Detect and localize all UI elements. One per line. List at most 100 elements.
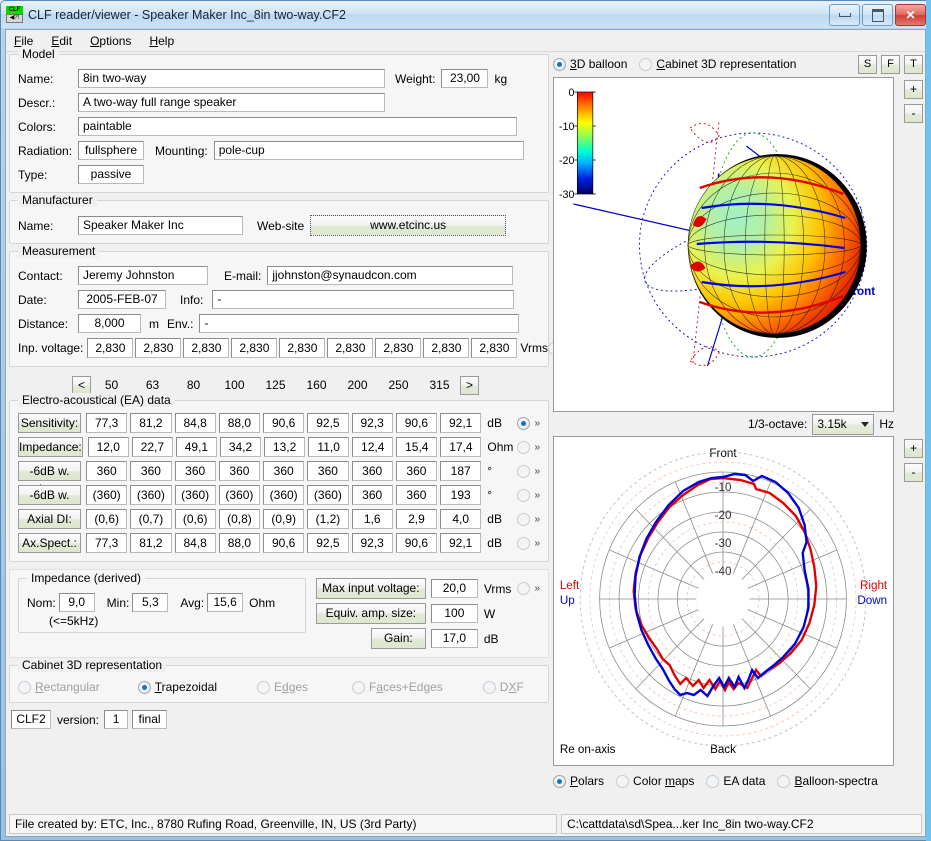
ea-cell[interactable]: 92,1 <box>440 413 482 433</box>
model-radiation-field[interactable]: fullsphere <box>78 141 144 160</box>
band-label[interactable]: 250 <box>378 378 419 392</box>
ea-cell[interactable]: (0,7) <box>130 509 172 529</box>
viewer-mode-radio[interactable] <box>553 57 566 71</box>
model-weight-field[interactable]: 23,00 <box>441 69 489 88</box>
distance-field[interactable]: 8,000 <box>78 314 141 333</box>
inp-voltage-field[interactable]: 2,830 <box>279 338 326 358</box>
imp-nom-field[interactable]: 9,0 <box>58 593 95 612</box>
ea-cell[interactable]: (360) <box>130 485 172 505</box>
ea-cell[interactable]: 2,9 <box>395 509 438 529</box>
inp-voltage-field[interactable]: 2,830 <box>375 338 422 358</box>
ea-cell[interactable]: 360 <box>307 461 349 481</box>
ea-cell[interactable]: 34,2 <box>219 437 262 457</box>
polar-zoom-out-button[interactable]: - <box>904 463 923 482</box>
ea-cell[interactable]: 22,7 <box>131 437 173 457</box>
imp-min-field[interactable]: 5,3 <box>132 593 169 612</box>
cabinet-3d-option[interactable]: Trapezoidal <box>137 680 217 694</box>
ea-row-expand-icon[interactable]: » <box>534 538 540 549</box>
ea-row-radio[interactable] <box>517 536 531 550</box>
info-field[interactable]: - <box>212 290 515 309</box>
max-input-voltage-button[interactable]: Max input voltage: <box>315 578 426 599</box>
ea-row-button[interactable]: -6dB w. hor: <box>18 461 82 496</box>
manufacturer-name-field[interactable]: Speaker Maker Inc <box>78 216 243 235</box>
cabinet-3d-radio[interactable] <box>482 680 496 694</box>
ea-cell[interactable]: 77,3 <box>86 413 128 433</box>
balloon-plot[interactable]: 0 -10 -20 -30 Front <box>553 77 894 412</box>
band-label[interactable]: 315 <box>419 378 460 392</box>
inp-voltage-field[interactable]: 2,830 <box>231 338 278 358</box>
ea-row-radio[interactable] <box>517 488 531 502</box>
website-button[interactable]: www.etcinc.us <box>310 215 507 236</box>
ea-row-expand-icon[interactable]: » <box>534 418 540 429</box>
imp-avg-field[interactable]: 15,6 <box>207 593 244 612</box>
ea-cell[interactable]: 92,3 <box>351 533 393 553</box>
ea-cell[interactable]: (360) <box>307 485 349 505</box>
menu-file[interactable]: File <box>14 34 33 48</box>
ea-cell[interactable]: 90,6 <box>263 533 305 553</box>
display-mode-option[interactable]: EA data <box>706 774 765 788</box>
max-input-voltage-radio[interactable] <box>517 582 531 595</box>
ea-cell[interactable]: 92,5 <box>307 533 349 553</box>
ea-cell[interactable]: 360 <box>395 461 438 481</box>
ea-cell[interactable]: 360 <box>263 461 305 481</box>
model-mounting-field[interactable]: pole-cup <box>213 141 524 160</box>
cabinet-3d-radio[interactable] <box>137 680 151 694</box>
polar-plot[interactable]: Front Back Left Up Right Down Re on-axis <box>553 436 894 766</box>
ea-cell[interactable]: 81,2 <box>130 413 172 433</box>
display-mode-radio[interactable] <box>616 774 630 788</box>
maximize-button[interactable] <box>862 4 893 26</box>
ea-cell[interactable]: 4,0 <box>440 509 482 529</box>
ea-row-button[interactable]: Sensitivity: <box>18 413 82 433</box>
ea-cell[interactable]: 193 <box>440 485 482 505</box>
inp-voltage-field[interactable]: 2,830 <box>471 338 518 358</box>
viewer-mode-option[interactable]: Cabinet 3D representation <box>639 57 796 71</box>
band-label[interactable]: 80 <box>173 378 214 392</box>
ea-cell[interactable]: 88,0 <box>218 533 261 553</box>
ea-cell[interactable]: 11,0 <box>308 437 350 457</box>
equiv-amp-size-field[interactable]: 100 <box>430 604 478 623</box>
display-mode-option[interactable]: Color maps <box>616 774 694 788</box>
contact-field[interactable]: Jeremy Johnston <box>78 266 208 285</box>
max-input-voltage-expand-icon[interactable]: » <box>534 583 540 594</box>
cabinet-3d-option[interactable]: Rectangular <box>18 680 100 694</box>
viewer-mode-option[interactable]: 3D balloon <box>553 57 627 71</box>
ea-cell[interactable]: 92,3 <box>351 413 393 433</box>
band-label[interactable]: 50 <box>91 378 132 392</box>
ea-cell[interactable]: 360 <box>351 461 393 481</box>
ea-cell[interactable]: 360 <box>218 461 261 481</box>
band-label[interactable]: 160 <box>296 378 337 392</box>
ea-cell[interactable]: 90,6 <box>395 533 438 553</box>
display-mode-radio[interactable] <box>777 774 791 788</box>
octave-combo[interactable]: 3.15k <box>812 413 875 435</box>
menu-help[interactable]: Help <box>149 34 174 48</box>
display-mode-option[interactable]: Balloon-spectra <box>777 774 878 788</box>
env-field[interactable]: - <box>199 314 520 333</box>
band-label[interactable]: 125 <box>255 378 296 392</box>
email-field[interactable]: jjohnston@synaudcon.com <box>267 266 514 285</box>
ea-cell[interactable]: 81,2 <box>130 533 172 553</box>
ea-cell[interactable]: 360 <box>174 461 216 481</box>
ea-cell[interactable]: (0,9) <box>263 509 305 529</box>
gain-button[interactable]: Gain: <box>370 628 426 649</box>
ea-cell[interactable]: 77,3 <box>86 533 128 553</box>
ea-row-expand-icon[interactable]: » <box>534 490 540 501</box>
ea-cell[interactable]: 360 <box>351 485 393 505</box>
model-descr-field[interactable]: A two-way full range speaker <box>78 93 385 112</box>
model-colors-field[interactable]: paintable <box>78 117 517 136</box>
ea-cell[interactable]: (360) <box>86 485 128 505</box>
ea-cell[interactable]: 88,0 <box>218 413 261 433</box>
display-mode-option[interactable]: Polars <box>553 774 604 788</box>
polar-zoom-in-button[interactable]: + <box>904 439 923 458</box>
balloon-zoom-out-button[interactable]: - <box>904 104 923 123</box>
ea-cell[interactable]: 49,1 <box>175 437 217 457</box>
ea-row-button[interactable]: Ax.Spect.: <box>18 533 82 553</box>
inp-voltage-field[interactable]: 2,830 <box>87 338 134 358</box>
ea-row-expand-icon[interactable]: » <box>534 466 540 477</box>
minimize-button[interactable] <box>829 4 860 26</box>
band-label[interactable]: 100 <box>214 378 255 392</box>
ea-cell[interactable]: (0,6) <box>86 509 128 529</box>
ea-row-button[interactable]: Axial DI: <box>18 509 82 529</box>
ea-cell[interactable]: (0,8) <box>218 509 261 529</box>
ea-cell[interactable]: 84,8 <box>174 413 216 433</box>
ea-row-radio[interactable] <box>517 416 531 430</box>
